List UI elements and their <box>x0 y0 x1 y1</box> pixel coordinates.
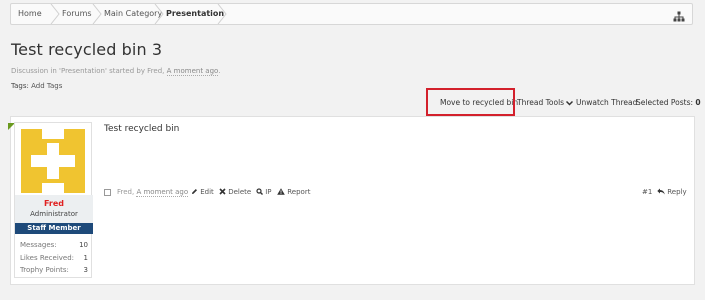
breadcrumb: Home Forums Main Category Presentation <box>10 3 693 25</box>
post-number[interactable]: #1 <box>642 188 652 196</box>
stat-likes: Likes Received: 1 <box>20 254 88 262</box>
post-author[interactable]: Fred, <box>117 188 134 196</box>
ip-label: IP <box>265 188 272 196</box>
search-icon <box>256 188 263 195</box>
selected-posts[interactable]: Selected Posts: 0 <box>636 98 701 107</box>
tags-label: Tags: <box>11 82 29 90</box>
stat-label: Likes Received: <box>20 254 75 262</box>
warning-icon <box>277 188 285 195</box>
stat-label: Messages: <box>20 241 57 249</box>
staff-banner: Staff Member <box>15 223 93 234</box>
sitemap-icon[interactable] <box>673 8 685 22</box>
thread-tools-menu[interactable]: Thread Tools <box>517 98 574 107</box>
thread-meta-suffix: . <box>218 67 221 75</box>
breadcrumb-separator <box>216 4 228 24</box>
selected-posts-label: Selected Posts: <box>636 98 694 107</box>
breadcrumb-home[interactable]: Home <box>11 4 42 24</box>
reply-button[interactable]: Reply <box>657 188 687 196</box>
report-label: Report <box>287 188 311 196</box>
post-select-checkbox[interactable] <box>104 189 111 196</box>
report-button[interactable]: Report <box>277 188 310 196</box>
thread-time-link[interactable]: A moment ago <box>166 67 219 76</box>
post-container <box>10 116 695 285</box>
edit-label: Edit <box>200 188 214 196</box>
highlight-box <box>426 88 515 116</box>
ip-button[interactable]: IP <box>256 188 272 196</box>
breadcrumb-presentation[interactable]: Presentation <box>159 4 224 24</box>
unwatch-thread-link[interactable]: Unwatch Thread <box>576 98 637 107</box>
add-tags-link[interactable]: Add Tags <box>31 82 62 90</box>
delete-button[interactable]: Delete <box>219 188 251 196</box>
stat-value[interactable]: 10 <box>79 241 88 249</box>
chevron-down-icon <box>566 100 574 106</box>
avatar[interactable] <box>21 129 85 193</box>
delete-label: Delete <box>228 188 252 196</box>
stat-trophy: Trophy Points: 3 <box>20 266 88 274</box>
username[interactable]: Fred <box>15 199 93 208</box>
post-time-link[interactable]: A moment ago <box>136 188 189 197</box>
tags-row: Tags: Add Tags <box>11 82 62 90</box>
stat-messages: Messages: 10 <box>20 241 88 249</box>
page-title: Test recycled bin 3 <box>11 40 163 59</box>
stat-value[interactable]: 3 <box>84 266 88 274</box>
thread-meta-prefix: Discussion in 'Presentation' started by … <box>11 67 165 75</box>
thread-meta: Discussion in 'Presentation' started by … <box>11 67 221 76</box>
close-icon <box>219 188 226 195</box>
username-block: Fred Administrator <box>15 195 93 223</box>
post-author-time: Fred, A moment ago <box>117 188 189 197</box>
reply-label: Reply <box>667 188 687 196</box>
breadcrumb-forums[interactable]: Forums <box>55 4 92 24</box>
user-title: Administrator <box>30 210 78 218</box>
reply-icon <box>657 188 665 195</box>
stat-label: Trophy Points: <box>20 266 69 274</box>
thread-tools-label: Thread Tools <box>517 98 565 107</box>
user-info: Fred Administrator Staff Member Messages… <box>14 122 93 278</box>
stat-value[interactable]: 1 <box>84 254 88 262</box>
pencil-icon <box>192 189 197 194</box>
edit-button[interactable]: Edit <box>191 188 214 196</box>
post-message: Test recycled bin <box>104 124 180 134</box>
selected-posts-count: 0 <box>695 98 701 107</box>
